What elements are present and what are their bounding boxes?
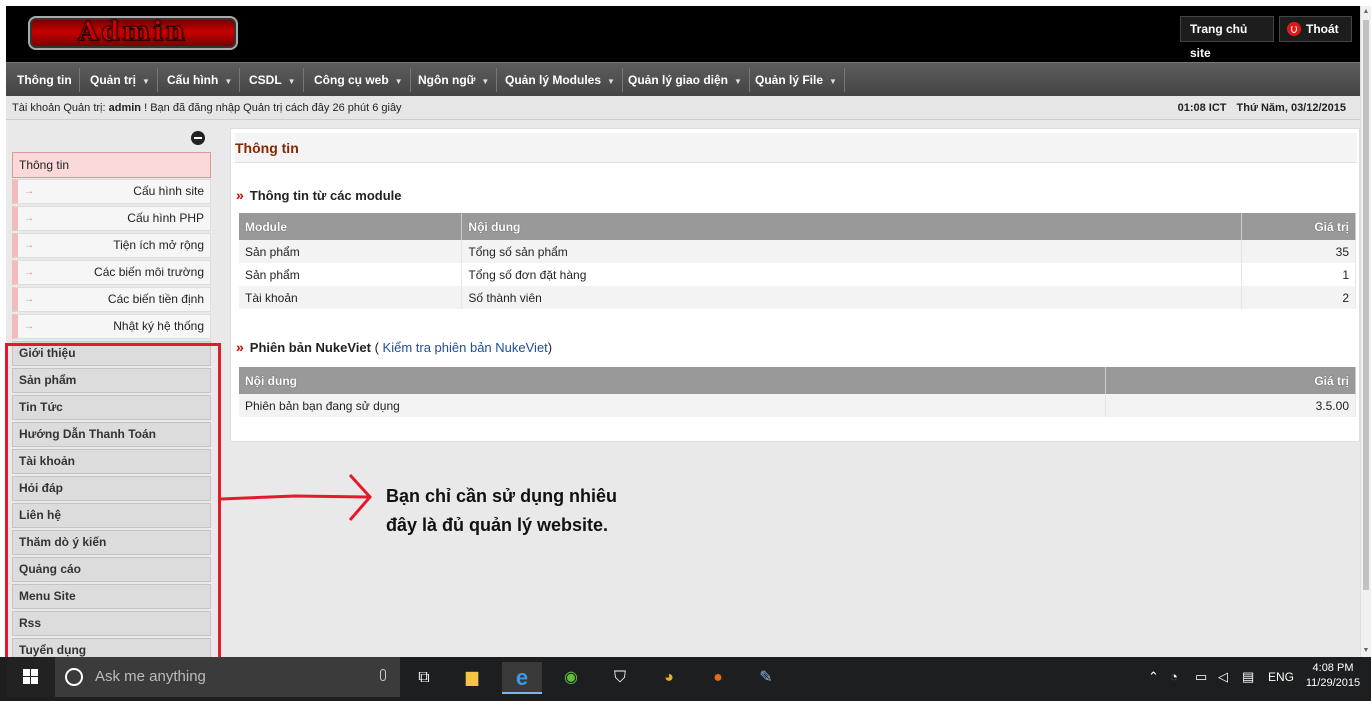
version-table: Nội dung Giá trị Phiên bản bạn đang sử d… xyxy=(239,367,1356,417)
start-button[interactable] xyxy=(7,657,55,697)
double-arrow-icon: » xyxy=(236,339,244,355)
edge-browser-icon[interactable]: e xyxy=(502,662,542,694)
scroll-thumb[interactable] xyxy=(1363,20,1369,590)
power-icon xyxy=(1287,22,1301,36)
collapse-icon[interactable] xyxy=(191,131,205,145)
logout-label: Thoát xyxy=(1306,22,1339,36)
admin-logo[interactable]: Admin xyxy=(28,16,238,50)
module-info-table: Module Nội dung Giá trị Sản phẩm Tổng số … xyxy=(239,213,1356,309)
arrow-right-icon: → xyxy=(24,294,34,305)
menu-quan-ly-giao-dien[interactable]: Quản lý giao diện ▼ xyxy=(621,68,750,92)
chrome-icon[interactable]: ◕ xyxy=(649,662,689,694)
scroll-down-icon[interactable]: ▼ xyxy=(1362,647,1370,655)
annotation-highlight-box xyxy=(5,343,221,665)
menu-ngon-ngu[interactable]: Ngôn ngữ ▼ xyxy=(411,68,498,92)
arrow-right-icon: → xyxy=(24,186,34,197)
chevron-down-icon: ▼ xyxy=(394,77,403,86)
sidebar-subitem[interactable]: → Tiện ích mở rộng xyxy=(12,233,211,258)
language-indicator[interactable]: ENG xyxy=(1268,657,1294,697)
file-explorer-icon[interactable]: ▆ xyxy=(452,662,492,694)
windows-taskbar: Ask me anything ⧉ ▆ e ◉ ⛉ ◕ ● ✎ ⌃ ◔ ▭ ◁ … xyxy=(0,657,1371,701)
cortana-search[interactable]: Ask me anything xyxy=(55,657,400,697)
arrow-right-icon: → xyxy=(24,267,34,278)
logout-button[interactable]: Thoát xyxy=(1279,16,1352,42)
admin-header: Admin Trang chủ site Thoát xyxy=(6,6,1360,62)
sidebar-subitem[interactable]: → Nhật ký hệ thống xyxy=(12,314,211,339)
vertical-scrollbar[interactable]: ▲ ▼ xyxy=(1360,6,1371,657)
wifi-icon[interactable]: ◔ xyxy=(1170,657,1178,697)
column-header: Nội dung xyxy=(461,213,1243,240)
admin-username: admin xyxy=(108,102,142,114)
arrow-right-icon: → xyxy=(24,240,34,251)
menu-quan-ly-file[interactable]: Quản lý File ▼ xyxy=(748,68,845,92)
store-icon[interactable]: ⛉ xyxy=(600,662,640,694)
logo-text: Admin xyxy=(78,17,188,47)
chevron-down-icon: ▼ xyxy=(287,77,296,86)
sidebar-subitem[interactable]: → Các biến tiền định xyxy=(12,287,211,312)
action-center-icon[interactable]: ▤ xyxy=(1242,657,1254,697)
chevron-down-icon: ▼ xyxy=(481,77,490,86)
menu-quan-ly-modules[interactable]: Quản lý Modules ▼ xyxy=(498,68,623,92)
column-header: Nội dung xyxy=(239,367,1107,394)
arrow-right-icon: → xyxy=(24,321,34,332)
paint-icon[interactable]: ✎ xyxy=(746,662,786,694)
menu-cau-hinh[interactable]: Cấu hình ▼ xyxy=(160,68,241,92)
sidebar-item-thong-tin[interactable]: Thông tin xyxy=(12,152,211,178)
menu-quan-tri[interactable]: Quản trị ▼ xyxy=(83,68,158,92)
page-title: Thông tin xyxy=(235,133,1357,163)
battery-icon[interactable]: ▭ xyxy=(1195,657,1207,697)
sidebar-subitem[interactable]: → Cấu hình site xyxy=(12,179,211,204)
table-row: Sản phẩm Tổng số sản phẩm 35 xyxy=(239,240,1356,263)
datetime: 01:08 ICT Thứ Năm, 03/12/2015 xyxy=(1177,102,1346,114)
scroll-up-icon[interactable]: ▲ xyxy=(1362,8,1370,16)
microphone-icon[interactable] xyxy=(380,669,386,681)
windows-logo-icon xyxy=(23,669,39,685)
chevron-down-icon: ▼ xyxy=(142,77,150,86)
column-header: Giá trị xyxy=(1105,367,1356,394)
menu-csdl[interactable]: CSDL ▼ xyxy=(242,68,304,92)
task-view-icon[interactable]: ⧉ xyxy=(404,662,444,694)
taskbar-clock[interactable]: 4:08 PM 11/29/2015 xyxy=(1300,661,1366,691)
column-header: Module xyxy=(239,213,463,240)
main-menu: Thông tin Quản trị ▼ Cấu hình ▼ CSDL ▼ Công… xyxy=(6,62,1360,96)
home-site-button[interactable]: Trang chủ site xyxy=(1180,16,1274,60)
section-title-version: » Phiên bản NukeViet ( Kiểm tra phiên bản… xyxy=(236,339,553,355)
main-content: Thông tin » Thông tin từ các module Modul… xyxy=(230,128,1360,442)
table-row: Phiên bản bạn đang sử dụng 3.5.00 xyxy=(239,394,1356,417)
firefox-icon[interactable]: ● xyxy=(698,662,738,694)
section-title-modules: » Thông tin từ các module xyxy=(236,187,402,203)
cortana-icon xyxy=(65,668,83,686)
chevron-down-icon: ▼ xyxy=(224,77,233,86)
chevron-down-icon: ▼ xyxy=(734,77,742,86)
sidebar-subitem[interactable]: → Các biến môi trường xyxy=(12,260,211,285)
menu-thong-tin[interactable]: Thông tin xyxy=(10,68,80,92)
check-version-link[interactable]: Kiểm tra phiên bản NukeViet xyxy=(383,340,548,355)
status-bar: Tài khoản Quản trị: admin ! Bạn đã đăng … xyxy=(6,96,1360,120)
double-arrow-icon: » xyxy=(236,187,244,203)
show-hidden-icons[interactable]: ⌃ xyxy=(1148,657,1159,697)
coccoc-browser-icon[interactable]: ◉ xyxy=(551,662,591,694)
volume-icon[interactable]: ◁ xyxy=(1218,657,1228,697)
table-row: Tài khoản Số thành viên 2 xyxy=(239,286,1356,309)
sidebar-subitem[interactable]: → Cấu hình PHP xyxy=(12,206,211,231)
chevron-down-icon: ▼ xyxy=(607,77,615,86)
chevron-down-icon: ▼ xyxy=(829,77,837,86)
menu-cong-cu-web[interactable]: Công cụ web ▼ xyxy=(307,68,411,92)
table-row: Sản phẩm Tổng số đơn đặt hàng 1 xyxy=(239,263,1356,286)
login-status: Tài khoản Quản trị: admin ! Bạn đã đăng … xyxy=(12,102,402,114)
arrow-right-icon: → xyxy=(24,213,34,224)
annotation-text: Bạn chỉ cần sử dụng nhiêu đây là đủ quản… xyxy=(386,486,618,535)
search-placeholder: Ask me anything xyxy=(95,668,206,685)
column-header: Giá trị xyxy=(1241,213,1356,240)
